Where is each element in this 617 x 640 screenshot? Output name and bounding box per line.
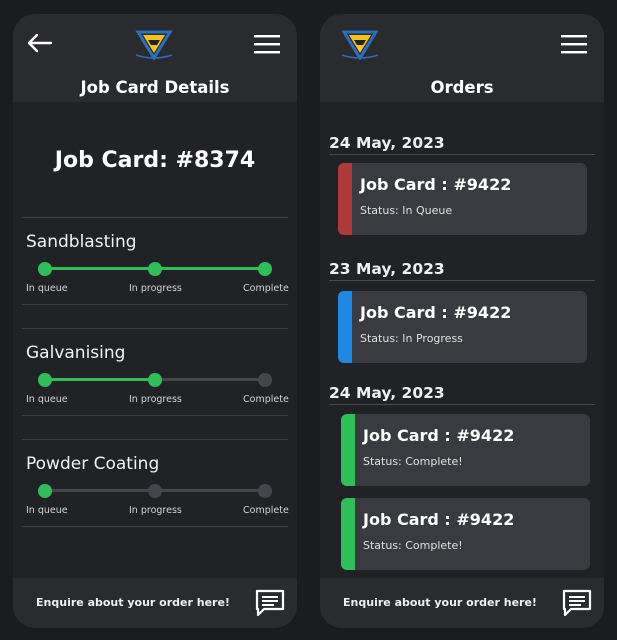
enquire-link[interactable]: Enquire about your order here!	[320, 596, 560, 609]
step-dot-in-progress	[148, 262, 162, 276]
order-status: Status: In Progress	[360, 332, 463, 345]
order-card[interactable]: Job Card : #9422 Status: Complete!	[341, 498, 590, 570]
step-dot-in-queue	[38, 373, 52, 387]
job-card-details-screen: Job Card Details Job Card: #8374 Sandbla…	[13, 14, 297, 628]
job-card-title: Job Card: #8374	[54, 148, 256, 173]
order-status: Status: In Queue	[360, 204, 453, 217]
step-dot-in-queue	[38, 484, 52, 498]
order-title: Job Card : #9422	[363, 510, 515, 529]
step-label: In progress	[129, 394, 182, 405]
enquiry-footer: Enquire about your order here!	[13, 578, 297, 628]
step-dot-complete	[258, 262, 272, 276]
logo-icon	[341, 30, 379, 60]
step-dot-complete	[258, 484, 272, 498]
date-heading: 23 May, 2023	[329, 260, 445, 278]
status-accent	[338, 163, 352, 235]
date-divider	[329, 404, 595, 405]
stage-name-powder-coating: Powder Coating	[26, 454, 160, 474]
step-label: In progress	[129, 505, 182, 516]
step-dot-in-progress	[148, 373, 162, 387]
step-label: In progress	[129, 283, 182, 294]
date-heading: 24 May, 2023	[329, 134, 445, 152]
enquire-link[interactable]: Enquire about your order here!	[13, 596, 253, 609]
step-dot-in-progress	[148, 484, 162, 498]
order-status: Status: Complete!	[363, 455, 463, 468]
order-status: Status: Complete!	[363, 539, 463, 552]
menu-icon[interactable]	[253, 33, 281, 55]
step-label: In queue	[26, 505, 68, 516]
order-title: Job Card : #9422	[363, 426, 515, 445]
app-header: Job Card Details	[13, 14, 297, 102]
progress-fill	[45, 378, 155, 381]
divider	[22, 328, 288, 329]
stage-name-galvanising: Galvanising	[26, 343, 126, 363]
orders-screen: Orders 24 May, 2023 Job Card : #9422 Sta…	[320, 14, 604, 628]
divider	[22, 439, 288, 440]
date-divider	[329, 154, 595, 155]
step-label: In queue	[26, 394, 68, 405]
app-header: Orders	[320, 14, 604, 102]
step-label: Complete	[243, 394, 289, 405]
chat-icon[interactable]	[561, 588, 593, 618]
order-title: Job Card : #9422	[360, 303, 512, 322]
page-title: Job Card Details	[80, 78, 230, 97]
divider	[22, 526, 288, 527]
date-heading: 24 May, 2023	[329, 384, 445, 402]
step-label: Complete	[243, 505, 289, 516]
date-divider	[329, 280, 595, 281]
order-card[interactable]: Job Card : #9422 Status: In Queue	[338, 163, 587, 235]
logo-icon	[135, 30, 173, 60]
order-card[interactable]: Job Card : #9422 Status: In Progress	[338, 291, 587, 363]
chat-icon[interactable]	[254, 588, 286, 618]
enquiry-footer: Enquire about your order here!	[320, 578, 604, 628]
page-title: Orders	[430, 78, 494, 97]
step-label: In queue	[26, 283, 68, 294]
status-accent	[341, 414, 355, 486]
stage-name-sandblasting: Sandblasting	[26, 232, 137, 252]
status-accent	[338, 291, 352, 363]
back-arrow-icon[interactable]	[25, 32, 53, 54]
step-label: Complete	[243, 283, 289, 294]
step-dot-complete	[258, 373, 272, 387]
step-dot-in-queue	[38, 262, 52, 276]
order-title: Job Card : #9422	[360, 175, 512, 194]
divider	[22, 304, 288, 305]
divider	[22, 217, 288, 218]
status-accent	[341, 498, 355, 570]
menu-icon[interactable]	[560, 33, 588, 55]
divider	[22, 415, 288, 416]
order-card[interactable]: Job Card : #9422 Status: Complete!	[341, 414, 590, 486]
